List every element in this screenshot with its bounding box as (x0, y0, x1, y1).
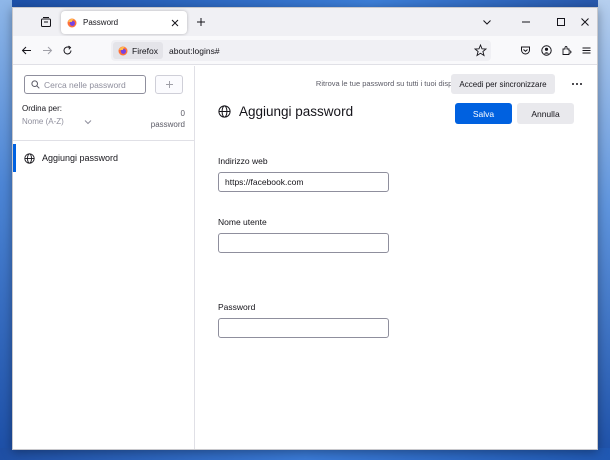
navigation-toolbar: Firefox about:logins# (13, 36, 597, 65)
sort-value: Nome (A-Z) (22, 117, 64, 126)
sort-label: Ordina per: (22, 104, 63, 113)
page-title-text: Aggiungi password (239, 104, 354, 119)
firefox-logo-icon (118, 46, 128, 55)
hamburger-menu-icon (582, 47, 590, 53)
minimize-button[interactable] (519, 15, 533, 29)
extensions-button[interactable] (559, 43, 573, 57)
sort-select[interactable]: Nome (A-Z) (22, 117, 92, 126)
page-content: Ordina per: Nome (A-Z) 0 password Aggiun… (13, 66, 597, 449)
close-icon (171, 19, 179, 26)
browser-window: Password Firefox about:logins# Cerca nel… (12, 7, 598, 450)
cancel-button[interactable]: Annulla (517, 103, 574, 124)
arrow-right-icon (42, 46, 52, 54)
new-tab-button[interactable] (194, 15, 208, 29)
desktop-wallpaper-left (0, 0, 12, 460)
back-button[interactable] (19, 43, 33, 57)
save-button[interactable]: Salva (455, 103, 512, 124)
list-item-label: Aggiungi password (42, 153, 119, 163)
url-text[interactable]: about:logins# (169, 46, 220, 56)
globe-icon (218, 105, 231, 118)
forward-button[interactable] (40, 43, 54, 57)
chevron-down-icon (483, 20, 491, 25)
logins-sidebar: Ordina per: Nome (A-Z) 0 password Aggiun… (13, 66, 195, 449)
create-login-button[interactable] (155, 75, 183, 94)
login-count-unit: password (150, 120, 185, 129)
search-box[interactable] (24, 75, 146, 94)
address-bar[interactable]: Firefox about:logins# (111, 40, 491, 61)
login-count-number: 0 (180, 109, 185, 118)
desktop-wallpaper-right (598, 0, 610, 460)
plus-icon (197, 18, 205, 26)
sync-signin-button[interactable]: Accedi per sincronizzare (451, 74, 555, 94)
close-icon (581, 18, 589, 26)
tab-password[interactable]: Password (61, 11, 187, 34)
search-icon (31, 80, 40, 89)
tab-close-button[interactable] (169, 17, 181, 29)
bookmark-star-icon[interactable] (474, 44, 487, 57)
account-button[interactable] (539, 43, 553, 57)
pocket-icon (520, 46, 530, 54)
reload-icon (63, 45, 71, 54)
arrow-left-icon (21, 46, 31, 54)
login-count: 0 password (151, 108, 185, 130)
website-address-label: Indirizzo web (218, 156, 268, 166)
maximize-icon (557, 18, 565, 26)
chevron-down-icon (84, 119, 92, 124)
firefox-view-icon (41, 17, 51, 27)
firefox-view-button[interactable] (38, 14, 54, 30)
maximize-button[interactable] (554, 15, 568, 29)
close-window-button[interactable] (578, 15, 592, 29)
plus-icon (165, 81, 173, 88)
more-dots-icon (572, 83, 582, 85)
puzzle-icon (562, 45, 571, 55)
login-detail-panel: Ritrova le tue password su tutti i tuoi … (196, 66, 597, 449)
username-label: Nome utente (218, 217, 267, 227)
globe-icon (24, 152, 35, 164)
reload-button[interactable] (60, 43, 74, 57)
firefox-logo-icon (67, 18, 77, 27)
website-address-input[interactable] (218, 172, 389, 192)
page-title: Aggiungi password (218, 104, 353, 119)
search-input[interactable] (44, 79, 144, 90)
username-input[interactable] (218, 233, 389, 253)
identity-box[interactable]: Firefox (113, 42, 163, 59)
tab-title: Password (83, 18, 119, 27)
more-options-button[interactable] (569, 76, 585, 92)
menu-button[interactable] (579, 43, 593, 57)
password-label: Password (218, 302, 256, 312)
minimize-icon (522, 21, 530, 23)
sidebar-divider (13, 140, 195, 141)
identity-label: Firefox (132, 45, 158, 56)
pocket-button[interactable] (518, 43, 532, 57)
account-icon (540, 44, 552, 56)
tab-list-button[interactable] (480, 15, 494, 29)
password-input[interactable] (218, 318, 389, 338)
list-item-add-password[interactable]: Aggiungi password (13, 144, 195, 172)
sync-message: Ritrova le tue password su tutti i tuoi … (315, 79, 471, 88)
tab-bar: Password (13, 8, 597, 36)
